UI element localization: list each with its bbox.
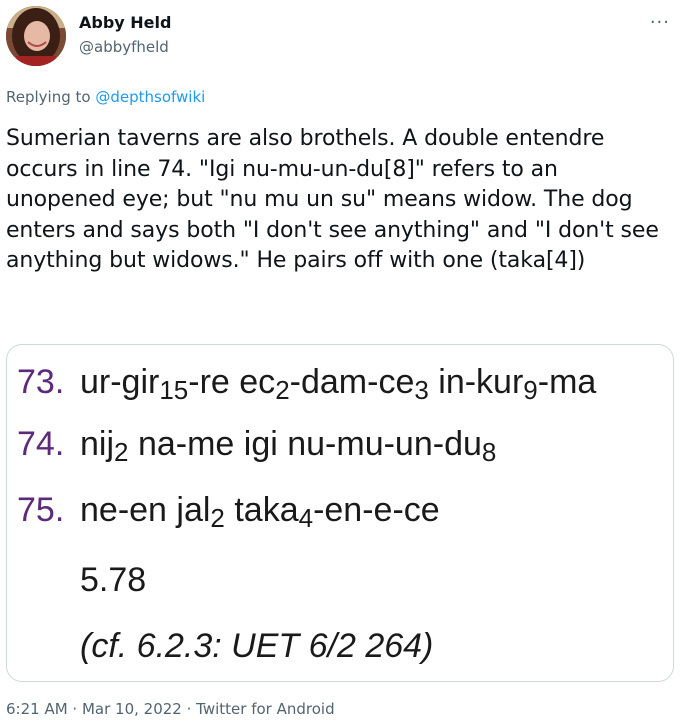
tweet-image[interactable]: 73. ur-gir15-re ec2-dam-ce3 in-kur9-ma 74…	[6, 344, 674, 682]
subscript-index: 4	[298, 503, 314, 533]
author-names: Abby Held @abbyfheld	[79, 13, 171, 57]
tweet-date[interactable]: Mar 10, 2022	[82, 700, 182, 718]
avatar[interactable]	[6, 6, 66, 66]
tweet-time[interactable]: 6:21 AM	[6, 700, 68, 718]
line-text: ur-gir15-re ec2-dam-ce3 in-kur9-ma	[80, 363, 597, 403]
separator: ·	[181, 700, 197, 718]
subscript-index: 2	[210, 503, 225, 533]
subscript-index: 3	[414, 375, 429, 405]
line-text-segment: -ma	[537, 363, 597, 401]
line-text-segment: -re ec	[188, 363, 276, 401]
tweet-header: Abby Held @abbyfheld ···	[6, 6, 674, 70]
user-handle[interactable]: @abbyfheld	[79, 37, 171, 57]
replying-to: Replying to @depthsofwiki	[6, 88, 205, 106]
line-text-segment: taka	[224, 491, 299, 529]
tweet-source: Twitter for Android	[196, 700, 335, 718]
reply-mention-link[interactable]: @depthsofwiki	[95, 88, 205, 106]
line-text-segment: na-me igi nu-mu-un-du	[128, 425, 482, 463]
reference-citation: (cf. 6.2.3: UET 6/2 264)	[80, 627, 434, 665]
line-text: ne-en jal2 taka4-en-e-ce	[80, 491, 440, 531]
line-text-segment: -en-e-ce	[313, 491, 440, 529]
line-text-segment: ne-en jal	[80, 491, 211, 529]
line-number: 73.	[17, 363, 65, 401]
line-number: 75.	[17, 491, 65, 529]
line-text-segment: nij	[80, 425, 115, 463]
subscript-index: 8	[481, 437, 497, 467]
tweet-text: Sumerian taverns are also brothels. A do…	[6, 126, 659, 273]
text-line-73: 73. ur-gir15-re ec2-dam-ce3 in-kur9-ma	[17, 363, 597, 403]
subscript-index: 15	[159, 375, 189, 405]
subscript-index: 2	[275, 375, 290, 405]
separator: ·	[67, 700, 82, 718]
more-options-icon[interactable]: ···	[650, 12, 670, 33]
tweet-metadata: 6:21 AM · Mar 10, 2022 · Twitter for And…	[6, 700, 335, 718]
replying-prefix: Replying to	[6, 88, 91, 106]
line-text-segment: in-kur	[428, 363, 524, 401]
subscript-index: 9	[523, 375, 538, 405]
avatar-image	[6, 6, 66, 66]
reference-number: 5.78	[80, 561, 147, 599]
line-text-segment: ur-gir	[80, 363, 160, 401]
display-name[interactable]: Abby Held	[79, 13, 171, 33]
text-line-74: 74. nij2 na-me igi nu-mu-un-du8	[17, 425, 496, 465]
text-line-75: 75. ne-en jal2 taka4-en-e-ce	[17, 491, 440, 531]
line-text-segment: -dam-ce	[289, 363, 415, 401]
subscript-index: 2	[114, 437, 129, 467]
line-text: nij2 na-me igi nu-mu-un-du8	[80, 425, 496, 465]
line-number: 74.	[17, 425, 65, 463]
